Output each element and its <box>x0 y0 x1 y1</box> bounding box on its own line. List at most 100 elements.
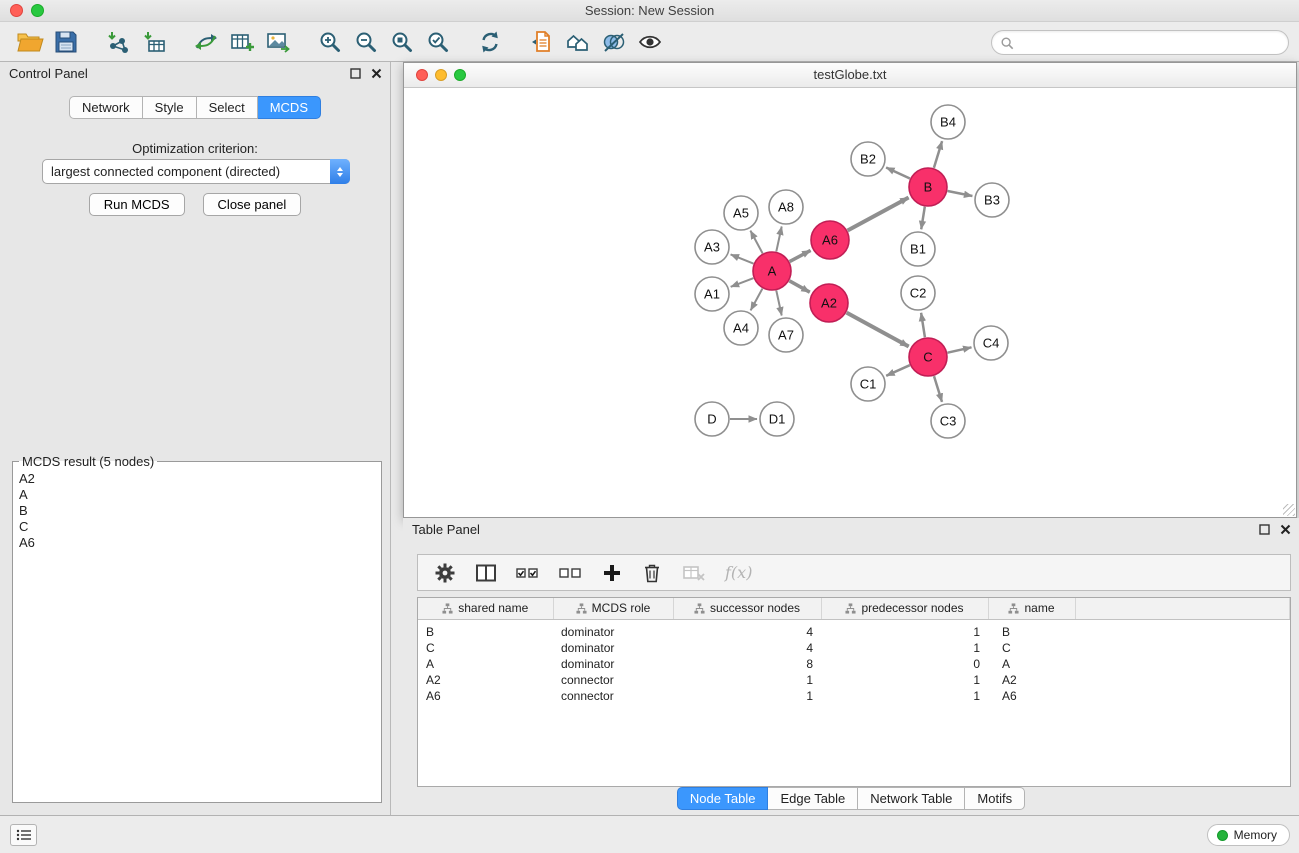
dropdown-stepper-icon[interactable] <box>330 159 350 184</box>
graph-node-A2[interactable]: A2 <box>810 284 848 322</box>
annotation-button[interactable] <box>596 26 632 58</box>
graph-node-B[interactable]: B <box>909 168 947 206</box>
network-minimize-button[interactable] <box>435 69 447 81</box>
show-columns-button[interactable] <box>475 562 497 584</box>
table-row[interactable]: Cdominator41C <box>418 640 1290 656</box>
graph-edge-A-A3[interactable] <box>731 254 754 263</box>
graph-node-C4[interactable]: C4 <box>974 326 1008 360</box>
graph-node-D[interactable]: D <box>695 402 729 436</box>
zoom-window-button[interactable] <box>31 4 44 17</box>
show-graphics-details-button[interactable] <box>632 26 668 58</box>
zoom-out-button[interactable] <box>348 26 384 58</box>
search-field[interactable] <box>991 30 1289 55</box>
tab-network-table[interactable]: Network Table <box>858 787 965 810</box>
graph-node-A6[interactable]: A6 <box>811 221 849 259</box>
network-close-button[interactable] <box>416 69 428 81</box>
graph-edge-B-B2[interactable] <box>886 168 910 179</box>
mcds-result-item[interactable]: A2 <box>17 471 377 487</box>
tab-edge-table[interactable]: Edge Table <box>768 787 858 810</box>
import-network-button[interactable] <box>100 26 136 58</box>
graph-edge-B-B4[interactable] <box>934 141 942 168</box>
graph-edge-B-B3[interactable] <box>948 191 973 196</box>
column-header-predecessor-nodes[interactable]: predecessor nodes <box>821 598 988 619</box>
close-panel-button[interactable]: Close panel <box>203 193 302 216</box>
graph-edge-C-C2[interactable] <box>921 313 925 337</box>
delete-column-button[interactable] <box>641 562 663 584</box>
graph-edge-C-C1[interactable] <box>886 365 910 376</box>
network-zoom-button[interactable] <box>454 69 466 81</box>
table-settings-button[interactable] <box>434 562 456 584</box>
select-all-button[interactable] <box>516 565 540 581</box>
zoom-fit-button[interactable] <box>384 26 420 58</box>
graph-edge-A-A6[interactable] <box>790 250 811 261</box>
apply-layout-button[interactable] <box>472 26 508 58</box>
graph-edge-A-A1[interactable] <box>731 278 754 287</box>
column-header-name[interactable]: name <box>988 598 1075 619</box>
graph-edge-A6-B[interactable] <box>848 198 909 231</box>
table-row[interactable]: A6connector11A6 <box>418 688 1290 704</box>
graph-edge-C-C3[interactable] <box>934 376 942 402</box>
graph-node-A[interactable]: A <box>753 252 791 290</box>
close-panel-icon[interactable] <box>371 68 382 79</box>
new-table-button[interactable] <box>224 26 260 58</box>
delete-table-button[interactable] <box>682 563 706 583</box>
tab-mcds[interactable]: MCDS <box>258 96 321 119</box>
memory-button[interactable]: Memory <box>1207 824 1290 846</box>
network-graph[interactable]: B4B2BB3A5A8A6A3B1AA1A2C2A4A7C4CC1C3DD1 <box>404 88 1296 517</box>
node-table-container[interactable]: shared nameMCDS rolesuccessor nodesprede… <box>417 597 1291 787</box>
document-import-button[interactable] <box>524 26 560 58</box>
optimization-criterion-select[interactable]: largest connected component (directed) <box>42 159 350 184</box>
graph-edge-A-A7[interactable] <box>776 291 781 316</box>
export-image-button[interactable] <box>260 26 296 58</box>
graph-node-D1[interactable]: D1 <box>760 402 794 436</box>
graph-node-B1[interactable]: B1 <box>901 232 935 266</box>
graph-node-C1[interactable]: C1 <box>851 367 885 401</box>
mcds-result-item[interactable]: C <box>17 519 377 535</box>
graph-edge-A2-C[interactable] <box>847 313 909 347</box>
graph-node-C2[interactable]: C2 <box>901 276 935 310</box>
table-row[interactable]: Bdominator41B <box>418 619 1290 640</box>
tab-network[interactable]: Network <box>69 96 143 119</box>
network-canvas[interactable]: B4B2BB3A5A8A6A3B1AA1A2C2A4A7C4CC1C3DD1 <box>404 88 1296 517</box>
graph-node-A5[interactable]: A5 <box>724 196 758 230</box>
graph-node-A4[interactable]: A4 <box>724 311 758 345</box>
graph-edge-A-A8[interactable] <box>776 227 781 252</box>
mcds-result-item[interactable]: A6 <box>17 535 377 551</box>
save-session-button[interactable] <box>48 26 84 58</box>
network-overview-button[interactable] <box>560 26 596 58</box>
open-session-button[interactable] <box>12 26 48 58</box>
graph-node-B3[interactable]: B3 <box>975 183 1009 217</box>
column-header-MCDS-role[interactable]: MCDS role <box>553 598 673 619</box>
float-panel-icon[interactable] <box>1259 524 1270 535</box>
table-row[interactable]: A2connector11A2 <box>418 672 1290 688</box>
tab-select[interactable]: Select <box>197 96 258 119</box>
close-panel-icon[interactable] <box>1280 524 1291 535</box>
import-table-button[interactable] <box>136 26 172 58</box>
column-header-successor-nodes[interactable]: successor nodes <box>673 598 821 619</box>
run-mcds-button[interactable]: Run MCDS <box>89 193 185 216</box>
graph-node-A1[interactable]: A1 <box>695 277 729 311</box>
zoom-in-button[interactable] <box>312 26 348 58</box>
deselect-all-button[interactable] <box>559 565 583 581</box>
float-panel-icon[interactable] <box>350 68 361 79</box>
search-input[interactable] <box>1019 33 1288 53</box>
graph-edge-C-C4[interactable] <box>948 347 972 352</box>
graph-node-A7[interactable]: A7 <box>769 318 803 352</box>
tab-style[interactable]: Style <box>143 96 197 119</box>
mcds-result-item[interactable]: B <box>17 503 377 519</box>
graph-edge-A-A5[interactable] <box>750 231 762 254</box>
column-header-shared-name[interactable]: shared name <box>418 598 553 619</box>
close-window-button[interactable] <box>10 4 23 17</box>
graph-node-A3[interactable]: A3 <box>695 230 729 264</box>
clone-network-button[interactable] <box>188 26 224 58</box>
add-column-button[interactable] <box>602 563 622 583</box>
graph-edge-A-A2[interactable] <box>789 281 809 292</box>
graph-node-C[interactable]: C <box>909 338 947 376</box>
graph-node-B4[interactable]: B4 <box>931 105 965 139</box>
graph-node-B2[interactable]: B2 <box>851 142 885 176</box>
window-resize-grip[interactable] <box>1283 504 1295 516</box>
graph-edge-A-A4[interactable] <box>751 289 763 311</box>
graph-node-C3[interactable]: C3 <box>931 404 965 438</box>
tab-node-table[interactable]: Node Table <box>677 787 769 810</box>
network-window-titlebar[interactable]: testGlobe.txt <box>404 63 1296 88</box>
